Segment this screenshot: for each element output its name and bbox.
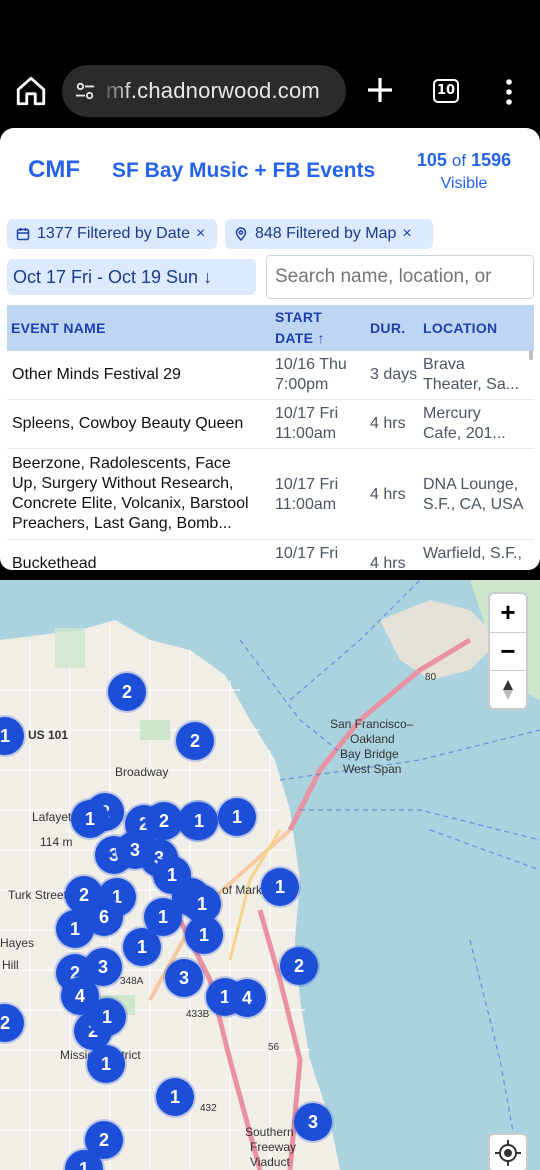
reset-bearing-button[interactable] (490, 670, 526, 708)
table-row[interactable]: Buckethead 10/17 Fri 4 hrs Warfield, S.F… (7, 540, 534, 570)
map-label: San Francisco– (330, 717, 414, 731)
event-cluster-marker[interactable]: 1 (87, 1045, 125, 1083)
site-settings-icon[interactable] (74, 80, 96, 102)
map-filter-chip[interactable]: 848 Filtered by Map × (225, 219, 433, 249)
map-label: Oakland (350, 732, 395, 746)
map-label: West Span (343, 762, 402, 776)
zoom-controls: + − (488, 592, 528, 710)
table-row[interactable]: Beerzone, Radolescents, Face Up, Surgery… (7, 449, 534, 540)
map-pin-icon (235, 227, 247, 241)
map-label: Turk Street (8, 888, 67, 902)
event-cluster-marker[interactable]: 1 (218, 798, 256, 836)
events-panel: CMF SF Bay Music + FB Events 105 of 1596… (0, 128, 540, 570)
event-cluster-marker[interactable]: 1 (123, 928, 161, 966)
map-label: Hill (2, 958, 19, 972)
calendar-icon (16, 228, 30, 241)
event-cluster-marker[interactable]: 1 (71, 800, 109, 838)
map-label: 348A (120, 976, 144, 987)
search-input[interactable] (266, 255, 534, 299)
event-cluster-marker[interactable]: 1 (185, 916, 223, 954)
map-label: US 101 (28, 728, 69, 742)
tab-switcher-button[interactable]: 10 (433, 79, 459, 103)
map-label: Southern (245, 1125, 294, 1139)
map-label: 114 m (40, 835, 73, 849)
remove-date-filter-icon[interactable]: × (196, 225, 205, 242)
event-cluster-marker[interactable]: 1 (56, 910, 94, 948)
map-label: Bay Bridge (340, 747, 399, 761)
event-cluster-marker[interactable]: 2 (280, 947, 318, 985)
event-cluster-marker[interactable]: 2 (108, 673, 146, 711)
map-label: 432 (200, 1103, 217, 1114)
event-cluster-marker[interactable]: 2 (176, 722, 214, 760)
date-range-button[interactable]: Oct 17 Fri - Oct 19 Sun ↓ (7, 259, 256, 295)
col-duration[interactable]: DUR. (370, 320, 405, 336)
event-cluster-marker[interactable]: 1 (180, 802, 218, 840)
zoom-in-button[interactable]: + (490, 594, 526, 632)
map-label: Viaduct (250, 1155, 290, 1169)
table-row[interactable]: Spleens, Cowboy Beauty Queen 10/17 Fri 1… (7, 400, 534, 449)
browser-toolbar: mf.chadnorwood.com 10 (0, 0, 540, 125)
crosshair-icon (495, 1140, 521, 1166)
remove-map-filter-icon[interactable]: × (402, 225, 411, 242)
col-date[interactable]: DATE ↑ (275, 330, 325, 346)
map-label: Hayes (0, 936, 35, 950)
address-bar[interactable]: mf.chadnorwood.com (62, 65, 346, 117)
events-map[interactable]: San Francisco– Oakland Bay Bridge West S… (0, 580, 540, 1170)
map-label: Broadway (115, 765, 169, 779)
compass-icon (503, 680, 513, 700)
table-row[interactable]: Other Minds Festival 29 10/16 Thu 7:00pm… (7, 351, 534, 400)
zoom-out-button[interactable]: − (490, 632, 526, 670)
more-menu-icon[interactable] (496, 76, 522, 108)
event-cluster-marker[interactable]: 3 (165, 959, 203, 997)
locate-me-button[interactable] (488, 1133, 528, 1170)
event-cluster-marker[interactable]: 1 (88, 998, 126, 1036)
event-cluster-marker[interactable]: 1 (261, 868, 299, 906)
visible-number: 105 (416, 150, 447, 170)
page-title: SF Bay Music + FB Events (112, 159, 376, 182)
visible-count: 105 of 1596 Visible (416, 150, 512, 192)
event-cluster-marker[interactable]: 1 (156, 1078, 194, 1116)
logo[interactable]: CMF (28, 156, 80, 184)
new-tab-icon[interactable] (364, 74, 396, 106)
date-filter-chip[interactable]: 1377 Filtered by Date × (7, 219, 217, 249)
url-text: mf.chadnorwood.com (106, 78, 320, 103)
col-event-name[interactable]: EVENT NAME (11, 320, 106, 336)
col-start[interactable]: START (275, 309, 322, 325)
event-cluster-marker[interactable]: 3 (294, 1103, 332, 1141)
home-icon[interactable] (14, 74, 48, 108)
map-label: Freeway (250, 1140, 297, 1154)
events-table: Other Minds Festival 29 10/16 Thu 7:00pm… (7, 351, 534, 570)
map-label: 80 (425, 672, 437, 683)
col-location[interactable]: LOCATION (423, 320, 497, 336)
total-number: 1596 (471, 150, 512, 170)
table-header: EVENT NAME START DATE ↑ DUR. LOCATION (7, 305, 534, 351)
event-cluster-marker[interactable]: 4 (228, 979, 266, 1017)
map-label: 56 (268, 1042, 280, 1053)
map-label: 433B (186, 1009, 210, 1020)
